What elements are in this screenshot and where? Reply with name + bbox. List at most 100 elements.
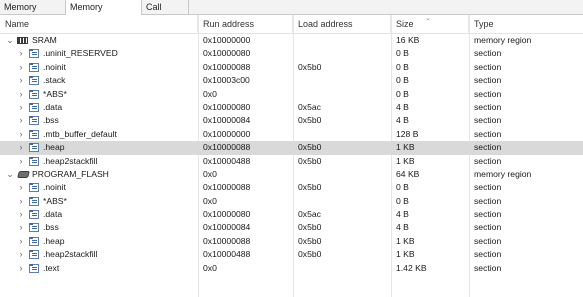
- row-run-address: 0x10003c00: [203, 75, 250, 86]
- column-header-run-address[interactable]: Run address: [198, 15, 293, 34]
- section-icon: [29, 76, 39, 86]
- row-load-address: 0x5b0: [298, 115, 322, 126]
- row-size: 16 KB: [396, 35, 420, 45]
- memory-contents-tree: ⌄ SRAM 0x10000000 16 KB memory region › …: [0, 34, 583, 275]
- tab-memory-usage[interactable]: Memory Usage: [0, 0, 66, 26]
- tab-call-graph[interactable]: Call Graph: [142, 0, 189, 26]
- chevron-right-icon[interactable]: ›: [17, 235, 25, 248]
- chevron-right-icon[interactable]: ›: [17, 47, 25, 60]
- section-icon: [29, 250, 39, 260]
- row-load-address: [298, 195, 390, 208]
- row-run-address: 0x0: [203, 88, 217, 99]
- tree-row-section[interactable]: › .mtb_buffer_default 0x10000000 128 B s…: [0, 128, 583, 141]
- row-name: .uninit_RESERVED: [43, 48, 118, 59]
- row-run-address: 0x10000088: [203, 142, 251, 153]
- tree-row-section[interactable]: › .noinit 0x10000088 0x5b0 0 B section: [0, 61, 583, 74]
- tree-row-section[interactable]: › .heap 0x10000088 0x5b0 1 KB section: [0, 235, 583, 248]
- column-header-size-label: Size: [396, 19, 414, 29]
- row-type: section: [474, 249, 502, 260]
- row-load-address: [298, 47, 390, 60]
- tree-row-section[interactable]: › .noinit 0x10000088 0x5b0 0 B section: [0, 181, 583, 194]
- row-load-address: 0x5b0: [298, 222, 322, 233]
- row-type: memory region: [474, 35, 532, 45]
- tree-row-section[interactable]: › *ABS* 0x0 0 B section: [0, 88, 583, 101]
- row-load-address: 0x5b0: [298, 235, 322, 246]
- row-type: section: [474, 75, 502, 86]
- row-load-address: [298, 34, 390, 47]
- row-run-address: 0x10000088: [203, 182, 251, 193]
- row-type: section: [474, 235, 502, 246]
- chevron-right-icon[interactable]: ›: [17, 155, 25, 168]
- chevron-right-icon[interactable]: ›: [17, 208, 25, 221]
- row-name: SRAM: [32, 35, 57, 45]
- tree-row-section[interactable]: › .text 0x0 1.42 KB section: [0, 262, 583, 275]
- tree-row-program-flash[interactable]: ⌄ PROGRAM_FLASH 0x0 64 KB memory region: [0, 168, 583, 181]
- chevron-right-icon[interactable]: ›: [17, 74, 25, 87]
- section-icon: [29, 223, 39, 233]
- tree-row-section[interactable]: › .stack 0x10003c00 0 B section: [0, 74, 583, 87]
- chevron-right-icon[interactable]: ›: [17, 141, 25, 154]
- chevron-down-icon[interactable]: ⌄: [6, 168, 14, 181]
- row-type: section: [474, 101, 502, 112]
- tab-memory-contents[interactable]: Memory Contents: [65, 0, 142, 26]
- row-size: 0 B: [396, 88, 409, 99]
- chevron-right-icon[interactable]: ›: [17, 248, 25, 261]
- sort-descending-icon: ⌄: [425, 15, 431, 22]
- row-size: 0 B: [396, 195, 409, 206]
- row-load-address: [298, 262, 390, 275]
- chevron-down-icon[interactable]: ⌄: [6, 34, 14, 47]
- tree-row-section[interactable]: › *ABS* 0x0 0 B section: [0, 195, 583, 208]
- row-name: PROGRAM_FLASH: [32, 168, 109, 179]
- row-name: .heap: [43, 235, 65, 246]
- chevron-right-icon[interactable]: ›: [17, 195, 25, 208]
- chevron-right-icon[interactable]: ›: [17, 88, 25, 101]
- row-run-address: 0x10000084: [203, 115, 251, 126]
- column-header-type[interactable]: Type: [469, 15, 583, 34]
- row-type: section: [474, 48, 502, 59]
- row-run-address: 0x0: [203, 195, 217, 206]
- row-type: section: [474, 182, 502, 193]
- table-header: Name Run address Load address Size ⌄ Typ…: [0, 15, 583, 34]
- section-icon: [29, 116, 39, 126]
- row-name: .bss: [43, 222, 59, 233]
- tree-row-section[interactable]: › .bss 0x10000084 0x5b0 4 B section: [0, 114, 583, 127]
- row-name: .heap: [43, 142, 65, 153]
- tree-row-sram[interactable]: ⌄ SRAM 0x10000000 16 KB memory region: [0, 34, 583, 47]
- chevron-right-icon[interactable]: ›: [17, 114, 25, 127]
- row-run-address: 0x10000088: [203, 61, 251, 72]
- row-size: 64 KB: [396, 168, 420, 179]
- row-name: .data: [43, 209, 63, 220]
- tree-row-section-selected[interactable]: › .heap 0x10000088 0x5b0 1 KB section: [0, 141, 583, 155]
- row-name: .heap2stackfill: [43, 249, 98, 260]
- tree-row-section[interactable]: › .data 0x10000080 0x5ac 4 B section: [0, 101, 583, 114]
- row-run-address: 0x10000080: [203, 48, 251, 59]
- row-type: section: [474, 222, 502, 233]
- section-icon: [29, 263, 39, 273]
- row-name: .data: [43, 101, 63, 112]
- chevron-right-icon[interactable]: ›: [17, 61, 25, 74]
- row-size: 1 KB: [396, 235, 415, 246]
- row-load-address: [298, 168, 390, 181]
- section-icon: [29, 89, 39, 99]
- tree-row-section[interactable]: › .uninit_RESERVED 0x10000080 0 B sectio…: [0, 47, 583, 60]
- row-load-address: [298, 128, 390, 141]
- chevron-right-icon[interactable]: ›: [17, 181, 25, 194]
- row-load-address: [298, 74, 390, 87]
- column-header-name[interactable]: Name: [0, 15, 198, 34]
- row-type: section: [474, 195, 502, 206]
- row-type: section: [474, 128, 502, 139]
- column-header-load-address[interactable]: Load address: [293, 15, 391, 34]
- tree-row-section[interactable]: › .data 0x10000080 0x5ac 4 B section: [0, 208, 583, 221]
- tree-row-section[interactable]: › .heap2stackfill 0x10000488 0x5b0 1 KB …: [0, 248, 583, 261]
- row-name: *ABS*: [43, 195, 67, 206]
- row-run-address: 0x0: [203, 262, 217, 273]
- row-size: 0 B: [396, 75, 409, 86]
- chevron-right-icon[interactable]: ›: [17, 128, 25, 141]
- row-run-address: 0x10000088: [203, 235, 251, 246]
- row-load-address: 0x5b0: [298, 249, 322, 260]
- chevron-right-icon[interactable]: ›: [17, 262, 25, 275]
- tree-row-section[interactable]: › .heap2stackfill 0x10000488 0x5b0 1 KB …: [0, 155, 583, 168]
- chevron-right-icon[interactable]: ›: [17, 221, 25, 234]
- tree-row-section[interactable]: › .bss 0x10000084 0x5b0 4 B section: [0, 221, 583, 234]
- chevron-right-icon[interactable]: ›: [17, 101, 25, 114]
